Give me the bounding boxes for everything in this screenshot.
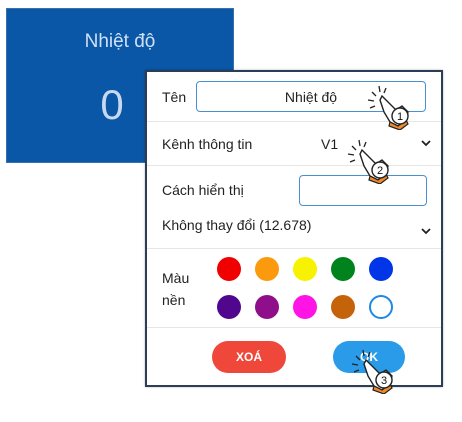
- color-swatch[interactable]: [217, 257, 241, 281]
- background-color-label-line2: nền: [162, 292, 186, 308]
- pointer-number: 1: [397, 111, 403, 123]
- color-swatch[interactable]: [331, 295, 355, 319]
- divider: [147, 248, 441, 249]
- widget-value-text: 0: [100, 81, 124, 128]
- display-label: Cách hiển thị: [162, 182, 244, 198]
- color-swatch[interactable]: [255, 257, 279, 281]
- name-label: Tên: [162, 89, 187, 105]
- color-swatch[interactable]: [331, 257, 355, 281]
- tap-hand-icon: 3: [346, 346, 400, 395]
- channel-chevron-down-icon[interactable]: [421, 140, 431, 149]
- color-swatch[interactable]: [369, 295, 393, 319]
- display-mode-chevron-down-icon[interactable]: [421, 228, 431, 237]
- widget-title: Nhiệt độ: [84, 31, 156, 52]
- color-swatch[interactable]: [255, 295, 279, 319]
- display-mode-select[interactable]: Không thay đổi (12.678): [162, 217, 311, 233]
- color-swatch[interactable]: [293, 257, 317, 281]
- divider: [147, 165, 441, 166]
- channel-label: Kênh thông tin: [162, 136, 253, 152]
- color-swatch[interactable]: [217, 295, 241, 319]
- name-input-value: Nhiệt độ: [284, 88, 338, 105]
- color-swatch[interactable]: [293, 295, 317, 319]
- background-color-label-line1: Màu: [162, 270, 190, 286]
- divider: [147, 327, 441, 328]
- delete-button[interactable]: XOÁ: [212, 341, 286, 373]
- pointer-number: 2: [377, 165, 383, 177]
- color-swatch[interactable]: [369, 257, 393, 281]
- channel-select-value[interactable]: V1: [321, 136, 338, 152]
- pointer-number: 3: [381, 375, 387, 387]
- tap-hand-icon: 2: [342, 136, 396, 185]
- tap-hand-icon: 1: [362, 82, 416, 131]
